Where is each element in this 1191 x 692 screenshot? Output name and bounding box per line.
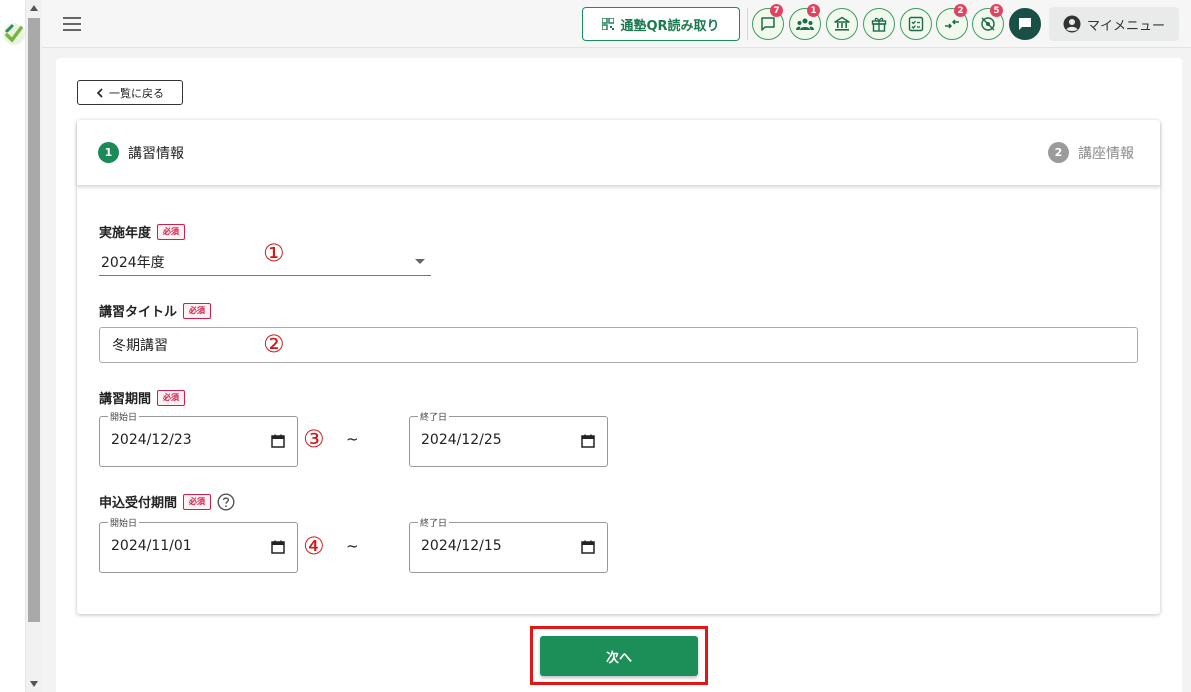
step-2[interactable]: 2 講座情報	[1048, 142, 1134, 163]
annotation-4: ④	[303, 532, 325, 560]
scroll-down-arrow-icon[interactable]	[26, 676, 42, 692]
message-badge: 7	[770, 4, 783, 17]
required-badge: 必須	[157, 389, 186, 406]
range-separator: ~	[346, 430, 359, 448]
step-2-number: 2	[1048, 142, 1069, 163]
title-label-text: 講習タイトル	[99, 305, 178, 320]
application-start-date-input[interactable]: 開始日 2024/11/01	[99, 516, 298, 573]
bank-icon	[834, 16, 850, 31]
annotation-3: ③	[303, 425, 325, 453]
required-badge: 必須	[183, 302, 212, 319]
account-circle-icon	[1063, 15, 1081, 33]
year-field-label: 実施年度 必須	[99, 222, 186, 241]
period-field-label: 講習期間 必須	[99, 388, 186, 407]
gift-icon	[871, 17, 887, 32]
period-label-text: 講習期間	[99, 392, 152, 407]
scroll-up-arrow-icon[interactable]	[26, 0, 42, 16]
period-start-date-input[interactable]: 開始日 2024/12/23	[99, 410, 298, 467]
scrollbar-thumb[interactable]	[28, 18, 40, 622]
transfer-button[interactable]: 2	[936, 4, 968, 40]
group-icon	[796, 18, 814, 30]
calendar-icon[interactable]	[581, 434, 595, 448]
left-rail	[0, 0, 26, 692]
next-button[interactable]: 次へ	[540, 636, 698, 676]
calendar-icon[interactable]	[271, 434, 285, 448]
help-icon[interactable]	[217, 492, 235, 511]
app-logo-icon[interactable]	[2, 22, 26, 46]
application-end-value: 2024/12/15	[421, 538, 502, 554]
title-input[interactable]: 冬期講習	[99, 327, 1138, 363]
year-label-text: 実施年度	[99, 226, 152, 241]
step-1-number: 1	[98, 142, 119, 163]
period-end-value: 2024/12/25	[421, 432, 502, 448]
top-header: 通塾QR読み取り 7 1 2 5 マイメニュー	[42, 0, 1191, 48]
period-end-date-input[interactable]: 終了日 2024/12/25	[409, 410, 608, 467]
group-button[interactable]: 1	[789, 4, 821, 40]
transfer-icon	[945, 19, 959, 29]
application-end-legend: 終了日	[418, 516, 450, 529]
application-end-date-input[interactable]: 終了日 2024/12/15	[409, 516, 608, 573]
back-to-list-button[interactable]: 一覧に戻る	[77, 80, 183, 105]
message-icon	[761, 17, 775, 31]
form-card: 1 講習情報 2 講座情報 実施年度 必須 2024年度 ① 講習タイトル 必須…	[77, 120, 1160, 614]
main-content: 一覧に戻る 1 講習情報 2 講座情報 実施年度 必須 2024年度 ① 講習タ…	[56, 58, 1182, 692]
qr-code-icon	[602, 18, 615, 30]
location-off-badge: 5	[990, 4, 1003, 17]
group-badge: 1	[807, 4, 820, 17]
title-field-label: 講習タイトル 必須	[99, 301, 212, 320]
application-label-text: 申込受付期間	[99, 496, 178, 511]
message-button[interactable]: 7	[752, 4, 784, 40]
application-start-value: 2024/11/01	[111, 538, 192, 554]
dropdown-arrow-icon	[415, 259, 425, 264]
my-menu-button[interactable]: マイメニュー	[1049, 7, 1179, 41]
qr-scan-button-label: 通塾QR読み取り	[620, 18, 720, 34]
period-end-legend: 終了日	[418, 410, 450, 423]
hamburger-menu-icon[interactable]	[60, 12, 84, 36]
step-1[interactable]: 1 講習情報	[98, 142, 184, 163]
required-badge: 必須	[157, 223, 186, 240]
stepper: 1 講習情報 2 講座情報	[77, 120, 1160, 186]
year-select-value: 2024年度	[101, 254, 165, 271]
gift-button[interactable]	[863, 8, 895, 40]
step-2-label: 講座情報	[1078, 145, 1134, 162]
step-1-label: 講習情報	[128, 145, 184, 162]
checklist-button[interactable]	[900, 8, 932, 40]
chat-icon	[1019, 18, 1031, 30]
calendar-icon[interactable]	[581, 540, 595, 554]
annotation-2: ②	[263, 330, 285, 358]
qr-scan-button[interactable]: 通塾QR読み取り	[582, 7, 740, 41]
chevron-left-icon	[96, 87, 103, 98]
range-separator: ~	[346, 537, 359, 555]
application-start-legend: 開始日	[108, 516, 140, 529]
location-off-button[interactable]: 5	[972, 4, 1004, 40]
period-start-value: 2024/12/23	[111, 432, 192, 448]
header-divider	[747, 8, 748, 40]
title-input-value: 冬期講習	[112, 338, 168, 354]
calendar-icon[interactable]	[271, 540, 285, 554]
bank-button[interactable]	[826, 8, 858, 40]
annotation-1: ①	[263, 239, 285, 267]
chat-button[interactable]	[1009, 8, 1041, 40]
application-field-label: 申込受付期間 必須	[99, 492, 235, 511]
back-to-list-label: 一覧に戻る	[109, 86, 164, 100]
transfer-badge: 2	[954, 4, 967, 17]
checklist-icon	[908, 16, 924, 32]
my-menu-label: マイメニュー	[1086, 18, 1165, 34]
vertical-scrollbar[interactable]	[26, 0, 42, 692]
next-button-highlight: 次へ	[530, 626, 708, 685]
location-off-icon	[981, 17, 995, 31]
period-start-legend: 開始日	[108, 410, 140, 423]
required-badge: 必須	[183, 493, 212, 510]
